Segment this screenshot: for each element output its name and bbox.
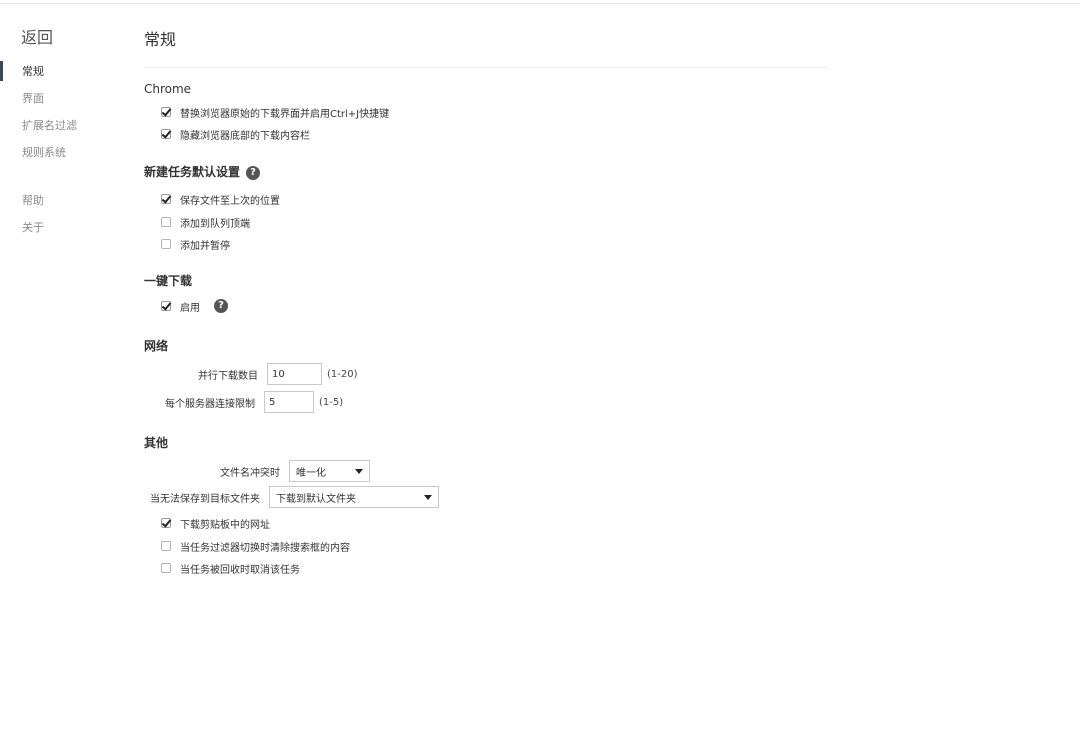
per-server-limit-hint: (1-5) xyxy=(319,396,344,408)
section-title-text: 新建任务默认设置 xyxy=(144,165,241,179)
option-cancel-on-recycle[interactable]: 当任务被回收时取消该任务 xyxy=(161,561,300,576)
option-label: 添加到队列顶端 xyxy=(180,218,250,230)
option-label: 启用 xyxy=(180,302,200,314)
section-title-chrome: Chrome xyxy=(144,82,192,96)
help-icon[interactable]: ? xyxy=(246,165,261,180)
section-title-network: 网络 xyxy=(144,339,169,353)
parallel-downloads-hint: (1-20) xyxy=(327,368,358,380)
option-clear-search-on-filter-switch[interactable]: 当任务过滤器切换时清除搜索框的内容 xyxy=(161,539,350,554)
option-enable-one-click[interactable]: 启用 ? xyxy=(161,299,228,314)
filename-conflict-row: 文件名冲突时 唯一化 xyxy=(220,460,370,482)
option-label: 添加并暂停 xyxy=(180,240,230,252)
page-title: 常规 xyxy=(144,30,177,49)
cannot-save-row: 当无法保存到目标文件夹 下载到默认文件夹 xyxy=(150,486,439,508)
option-label: 当任务过滤器切换时清除搜索框的内容 xyxy=(180,542,350,554)
option-label: 保存文件至上次的位置 xyxy=(180,195,280,207)
filename-conflict-label: 文件名冲突时 xyxy=(220,467,280,479)
option-save-last-location[interactable]: 保存文件至上次的位置 xyxy=(161,192,280,207)
chevron-down-icon xyxy=(355,468,363,474)
parallel-downloads-input[interactable] xyxy=(267,363,322,385)
checkbox-unchecked[interactable] xyxy=(161,217,171,227)
parallel-downloads-row: 并行下载数目 (1-20) xyxy=(198,363,358,385)
option-label: 替换浏览器原始的下载界面并启用Ctrl+J快捷键 xyxy=(180,108,390,120)
section-title-one-click: 一键下载 xyxy=(144,274,193,288)
select-value: 唯一化 xyxy=(296,467,326,479)
option-download-clipboard-url[interactable]: 下载剪贴板中的网址 xyxy=(161,516,270,531)
settings-panel: 常规 Chrome 替换浏览器原始的下载界面并启用Ctrl+J快捷键 隐藏浏览器… xyxy=(0,0,1080,749)
cannot-save-select[interactable]: 下载到默认文件夹 xyxy=(269,486,439,508)
select-value: 下载到默认文件夹 xyxy=(276,493,356,505)
checkbox-unchecked[interactable] xyxy=(161,239,171,249)
checkbox-checked[interactable] xyxy=(161,129,171,139)
help-icon[interactable]: ? xyxy=(214,299,228,313)
option-label: 当任务被回收时取消该任务 xyxy=(180,564,300,576)
title-divider xyxy=(144,67,827,68)
per-server-limit-label: 每个服务器连接限制 xyxy=(165,398,255,410)
checkbox-checked[interactable] xyxy=(161,301,171,311)
checkbox-checked[interactable] xyxy=(161,518,171,528)
per-server-limit-input[interactable] xyxy=(264,391,314,413)
filename-conflict-select[interactable]: 唯一化 xyxy=(289,460,370,482)
checkbox-checked[interactable] xyxy=(161,107,171,117)
section-title-new-task: 新建任务默认设置? xyxy=(144,164,261,180)
parallel-downloads-label: 并行下载数目 xyxy=(198,370,258,382)
checkbox-unchecked[interactable] xyxy=(161,541,171,551)
checkbox-checked[interactable] xyxy=(161,194,171,204)
option-hide-download-bar[interactable]: 隐藏浏览器底部的下载内容栏 xyxy=(161,127,310,142)
option-add-paused[interactable]: 添加并暂停 xyxy=(161,237,230,252)
cannot-save-label: 当无法保存到目标文件夹 xyxy=(150,493,260,505)
per-server-limit-row: 每个服务器连接限制 (1-5) xyxy=(165,391,343,413)
option-add-to-queue-top[interactable]: 添加到队列顶端 xyxy=(161,215,250,230)
checkbox-unchecked[interactable] xyxy=(161,563,171,573)
option-label: 下载剪贴板中的网址 xyxy=(180,519,270,531)
option-replace-download-ui[interactable]: 替换浏览器原始的下载界面并启用Ctrl+J快捷键 xyxy=(161,105,390,120)
section-title-other: 其他 xyxy=(144,436,169,450)
chevron-down-icon xyxy=(424,494,432,500)
option-label: 隐藏浏览器底部的下载内容栏 xyxy=(180,130,310,142)
